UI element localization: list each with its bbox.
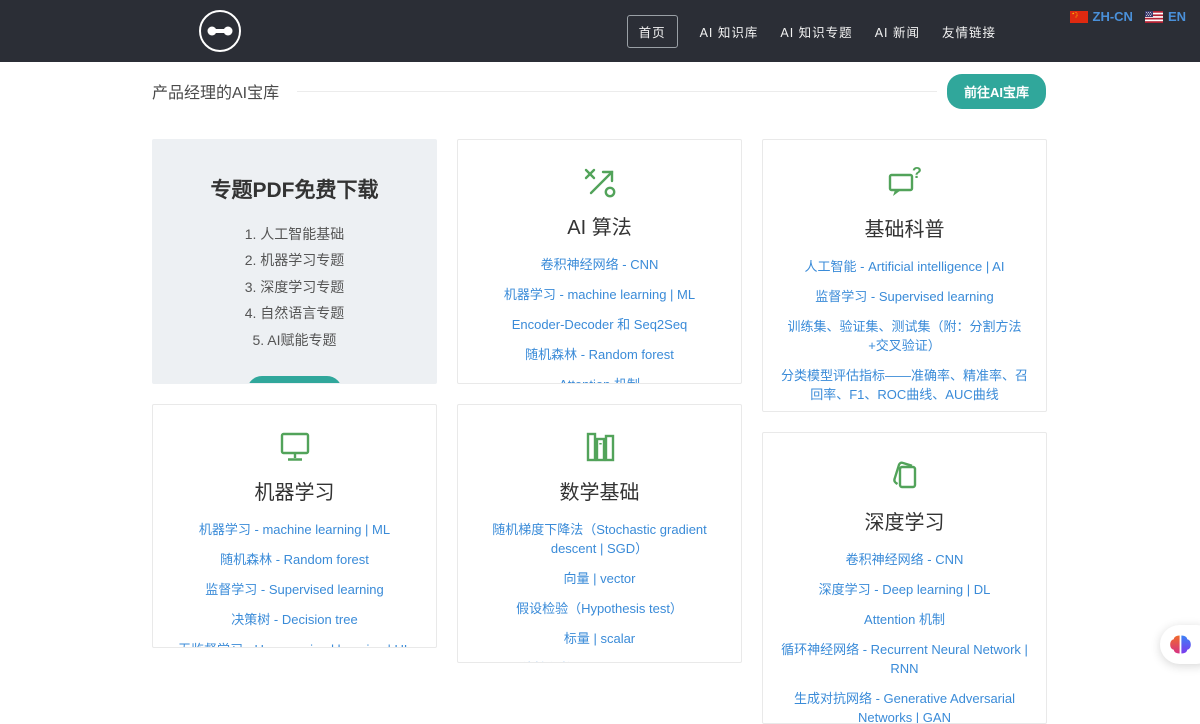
article-link[interactable]: 随机森林 - Random forest xyxy=(525,345,674,364)
category-card-deep-learning: 深度学习 卷积神经网络 - CNN 深度学习 - Deep learning |… xyxy=(762,432,1047,724)
card-title: 机器学习 xyxy=(255,476,335,505)
pdf-topic-list: 1. 人工智能基础 2. 机器学习专题 3. 深度学习专题 4. 自然语言专题 … xyxy=(245,217,345,356)
svg-text:?: ? xyxy=(912,166,922,182)
nav-friend-links[interactable]: 友情链接 xyxy=(942,22,996,41)
category-card-basic-science: ? 基础科普 人工智能 - Artificial intelligence | … xyxy=(762,139,1047,412)
pages-icon xyxy=(887,459,923,493)
category-card-math-basics: 数学基础 随机梯度下降法（Stochastic gradient descent… xyxy=(457,404,742,663)
divider-line xyxy=(297,91,937,92)
column-3: ? 基础科普 人工智能 - Artificial intelligence | … xyxy=(762,139,1047,724)
card-title: AI 算法 xyxy=(567,211,631,240)
link-dots-icon xyxy=(207,25,233,37)
cn-flag-icon xyxy=(1070,11,1088,23)
main-nav: 首页 AI 知识库 AI 知识专题 AI 新闻 友情链接 xyxy=(627,0,996,62)
brain-icon xyxy=(1169,634,1192,655)
article-link[interactable]: 训练集、验证集、测试集（附：分割方法+交叉验证） xyxy=(781,317,1028,355)
nav-ai-knowledge-base[interactable]: AI 知识库 xyxy=(700,22,759,41)
lang-label: EN xyxy=(1168,9,1186,24)
nav-home[interactable]: 首页 xyxy=(627,15,678,48)
article-link[interactable]: 人工智能 - Artificial intelligence | AI xyxy=(805,257,1005,276)
pdf-topic-item: 1. 人工智能基础 xyxy=(245,224,345,244)
cards-area: 专题PDF免费下载 1. 人工智能基础 2. 机器学习专题 3. 深度学习专题 … xyxy=(0,139,1200,652)
article-link[interactable]: 监督学习 - Supervised learning xyxy=(815,287,993,306)
article-link[interactable]: 线性代数（linear algebra） xyxy=(521,659,678,664)
card-title: 深度学习 xyxy=(865,506,945,535)
lang-en[interactable]: EN xyxy=(1145,9,1186,24)
article-link[interactable]: 无监督学习 - Unsupervised learning | UL xyxy=(178,640,411,649)
books-icon xyxy=(582,431,618,463)
article-link[interactable]: Attention 机制 xyxy=(559,375,640,385)
nav-ai-news[interactable]: AI 新闻 xyxy=(875,22,920,41)
nav-ai-knowledge-topics[interactable]: AI 知识专题 xyxy=(780,22,852,41)
article-link[interactable]: 随机森林 - Random forest xyxy=(220,550,369,569)
card-title: 数学基础 xyxy=(560,476,640,505)
strategy-icon xyxy=(582,166,618,198)
category-card-ai-algorithms: AI 算法 卷积神经网络 - CNN 机器学习 - machine learni… xyxy=(457,139,742,384)
article-link[interactable]: 机器学习 - machine learning | ML xyxy=(504,285,695,304)
article-link[interactable]: 卷积神经网络 - CNN xyxy=(846,550,964,569)
column-2: AI 算法 卷积神经网络 - CNN 机器学习 - machine learni… xyxy=(457,139,742,663)
page-title: 产品经理的AI宝库 xyxy=(152,79,279,103)
page-header-bar: 产品经理的AI宝库 前往AI宝库 xyxy=(0,62,1200,120)
article-link[interactable]: 假设检验（Hypothesis test） xyxy=(516,599,683,618)
lang-label: ZH-CN xyxy=(1093,9,1133,24)
article-link[interactable]: 随机梯度下降法（Stochastic gradient descent | SG… xyxy=(476,520,723,558)
site-logo[interactable] xyxy=(199,10,241,52)
card-title: 专题PDF免费下载 xyxy=(211,174,379,204)
article-link[interactable]: 生成对抗网络 - Generative Adversarial Networks… xyxy=(781,689,1028,724)
top-header: ZH-CN EN 首页 AI 知识库 AI 知识专题 AI 新闻 xyxy=(0,0,1200,62)
pdf-topic-item: 4. 自然语言专题 xyxy=(245,303,345,323)
chat-question-icon: ? xyxy=(887,166,923,200)
language-switcher: ZH-CN EN xyxy=(1070,9,1187,24)
article-link[interactable]: Attention 机制 xyxy=(864,610,945,629)
lang-zh-cn[interactable]: ZH-CN xyxy=(1070,9,1133,24)
article-link[interactable]: 标量 | scalar xyxy=(564,629,635,648)
article-link[interactable]: 深度学习 - Deep learning | DL xyxy=(819,580,991,599)
pdf-topic-item: 2. 机器学习专题 xyxy=(245,250,345,270)
card-title: 基础科普 xyxy=(865,213,945,242)
article-link[interactable]: 向量 | vector xyxy=(563,569,635,588)
pdf-topic-item: 3. 深度学习专题 xyxy=(245,277,345,297)
article-link[interactable]: Encoder-Decoder 和 Seq2Seq xyxy=(512,315,688,334)
column-1: 专题PDF免费下载 1. 人工智能基础 2. 机器学习专题 3. 深度学习专题 … xyxy=(152,139,437,648)
category-card-machine-learning: 机器学习 机器学习 - machine learning | ML 随机森林 -… xyxy=(152,404,437,648)
pdf-topic-item: 5. AI赋能专题 xyxy=(245,330,345,350)
article-link[interactable]: 卷积神经网络 - CNN xyxy=(541,255,659,274)
article-link[interactable]: 机器学习 - machine learning | ML xyxy=(199,520,390,539)
article-link[interactable]: 监督学习 - Supervised learning xyxy=(205,580,383,599)
article-link[interactable]: 分类模型评估指标——准确率、精准率、召回率、F1、ROC曲线、AUC曲线 xyxy=(781,366,1028,404)
goto-treasury-button[interactable]: 前往AI宝库 xyxy=(947,74,1046,109)
pdf-download-card: 专题PDF免费下载 1. 人工智能基础 2. 机器学习专题 3. 深度学习专题 … xyxy=(152,139,437,384)
us-flag-icon xyxy=(1145,11,1163,23)
article-link[interactable]: 决策树 - Decision tree xyxy=(231,610,357,629)
monitor-icon xyxy=(277,431,313,463)
ai-assistant-widget[interactable] xyxy=(1160,625,1200,664)
free-download-button[interactable]: 免费下载 xyxy=(247,376,341,384)
